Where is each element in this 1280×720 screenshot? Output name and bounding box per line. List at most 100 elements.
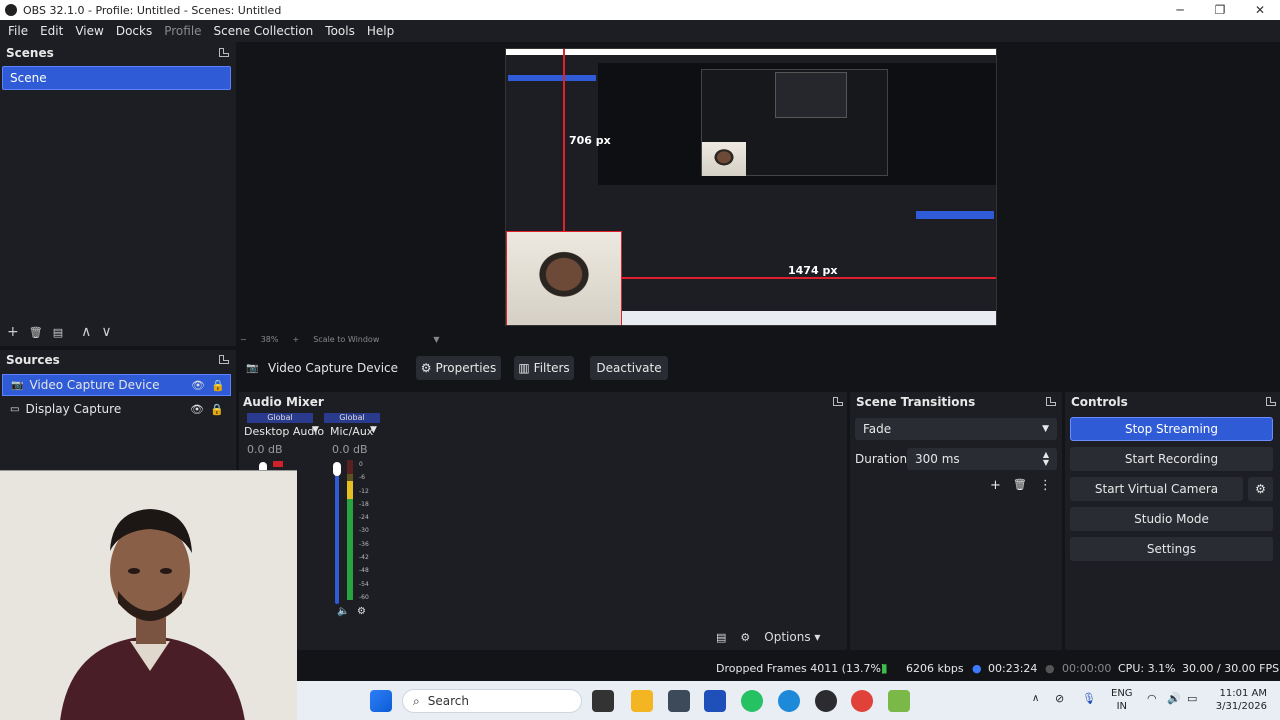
transitions-title: Scene Transitions (856, 395, 976, 409)
visibility-eye-icon[interactable]: 👁 (190, 403, 204, 416)
zoom-out-icon[interactable]: − (240, 335, 247, 344)
lock-icon[interactable]: 🔒 (211, 379, 225, 392)
controls-dock: Controls Stop Streaming Start Recording … (1065, 392, 1280, 650)
preview-webcam-source[interactable] (506, 231, 622, 325)
minimize-button[interactable]: ─ (1160, 3, 1200, 17)
mixer-layout-icon[interactable]: ▤ (716, 631, 726, 644)
wifi-icon[interactable]: ◠ (1147, 692, 1157, 705)
menu-edit[interactable]: Edit (34, 24, 69, 38)
sources-float-icon[interactable] (219, 355, 229, 364)
mic-volume-slider[interactable] (335, 464, 339, 604)
menu-profile[interactable]: Profile (158, 24, 207, 38)
channel-tag-desktop: Global (247, 413, 313, 423)
monitor-icon: ▭ (10, 403, 20, 415)
battery-icon[interactable]: ▭ (1187, 692, 1197, 705)
remove-scene-icon[interactable]: 🗑 (29, 326, 43, 339)
menu-docks[interactable]: Docks (110, 24, 158, 38)
controls-title: Controls (1071, 395, 1128, 409)
measure-horizontal-label: 1474 px (788, 264, 838, 277)
menu-scene-collection[interactable]: Scene Collection (208, 24, 320, 38)
scene-item[interactable]: Scene (2, 66, 231, 90)
record-time: 00:00:00 (1062, 661, 1112, 675)
transitions-float-icon[interactable] (1046, 397, 1056, 406)
clock-date: 3/31/2026 (1215, 701, 1267, 712)
app-icon[interactable] (668, 690, 690, 712)
mic-meter-level (347, 481, 353, 600)
obs-taskbar-icon[interactable] (815, 690, 837, 712)
mixer-advanced-icon[interactable]: ⚙ (740, 631, 750, 644)
close-button[interactable]: ✕ (1240, 3, 1280, 17)
channel-menu-mic-icon[interactable]: ▼ (370, 425, 377, 435)
add-scene-icon[interactable]: + (7, 324, 19, 340)
lock-icon[interactable]: 🔒 (210, 403, 224, 416)
editor-icon[interactable] (704, 690, 726, 712)
controls-float-icon[interactable] (1266, 397, 1276, 406)
tray-network-icon[interactable]: ⊘ (1055, 692, 1064, 705)
whatsapp-icon[interactable] (741, 690, 763, 712)
selected-source-name: Video Capture Device (268, 361, 399, 375)
task-view-icon[interactable] (592, 690, 614, 712)
meter-tick-label: 0 (359, 461, 363, 468)
stepper-icon[interactable]: ▲ ▼ (1043, 451, 1049, 467)
volume-icon[interactable]: 🔊 (1167, 692, 1181, 705)
scale-dropdown-icon[interactable]: ▼ (433, 335, 439, 344)
chrome-icon[interactable] (851, 690, 873, 712)
preview-canvas[interactable]: 706 px 1474 px (505, 48, 997, 326)
meter-tick-label: -30 (359, 527, 369, 535)
filters-button[interactable]: ▥ Filters (514, 356, 574, 380)
taskbar-search[interactable]: ⌕ Search (402, 689, 582, 713)
menu-help[interactable]: Help (361, 24, 400, 38)
app2-icon[interactable] (888, 690, 910, 712)
scene-filters-icon[interactable]: ▤ (53, 326, 63, 339)
lang-secondary: IN (1116, 701, 1127, 712)
stop-streaming-button[interactable]: Stop Streaming (1070, 417, 1273, 441)
menu-file[interactable]: File (2, 24, 34, 38)
clock-time: 11:01 AM (1219, 688, 1267, 699)
channel-menu-desktop-icon[interactable]: ▼ (312, 425, 319, 435)
file-explorer-icon[interactable] (631, 690, 653, 712)
mixer-settings-icon[interactable]: ⚙ (357, 606, 366, 617)
audio-mixer-dock: Audio Mixer Global Desktop Audio ▼ 0.0 d… (239, 392, 847, 650)
mic-volume-handle[interactable] (333, 462, 341, 476)
start-virtual-camera-button[interactable]: Start Virtual Camera (1070, 477, 1243, 501)
tray-mic-icon[interactable]: 🎙 (1082, 692, 1096, 705)
edge-icon[interactable] (778, 690, 800, 712)
source-item-display-capture[interactable]: ▭ Display Capture 👁 🔒 (2, 398, 231, 420)
transition-select[interactable]: Fade ▼ (855, 418, 1057, 440)
studio-mode-button[interactable]: Studio Mode (1070, 507, 1273, 531)
windows-start-icon[interactable] (370, 690, 392, 712)
add-transition-icon[interactable]: + (990, 478, 1001, 493)
transition-menu-icon[interactable]: ⋮ (1039, 478, 1052, 493)
sources-title: Sources (6, 353, 60, 367)
source-label: Display Capture (25, 402, 122, 416)
properties-button[interactable]: ⚙ Properties (416, 356, 501, 380)
remove-transition-icon[interactable]: 🗑 (1013, 478, 1027, 493)
dropped-frames: Dropped Frames 4011 (13.7%) (716, 661, 886, 675)
record-icon: ● (1045, 661, 1055, 675)
duration-input[interactable]: 300 ms ▲ ▼ (907, 448, 1057, 470)
options-button[interactable]: Options ▾ (764, 630, 820, 644)
meter-scale: 0 -6 -12 -18 -24 -30 -36 -42 -48 -54 -60 (359, 458, 369, 604)
channel-name-mic[interactable]: Mic/Aux (330, 425, 373, 438)
menu-view[interactable]: View (69, 24, 109, 38)
language-indicator[interactable]: ENG IN (1111, 687, 1133, 713)
desktop-meter-peak (273, 461, 283, 467)
scenes-float-icon[interactable] (219, 48, 229, 57)
maximize-button[interactable]: ❐ (1200, 3, 1240, 17)
zoom-in-icon[interactable]: + (292, 335, 299, 344)
source-item-video-capture[interactable]: 📷 Video Capture Device 👁 🔒 (2, 374, 231, 396)
tray-chevron-icon[interactable]: ∧ (1032, 693, 1039, 704)
settings-button[interactable]: Settings (1070, 537, 1273, 561)
start-recording-button[interactable]: Start Recording (1070, 447, 1273, 471)
speaker-icon[interactable]: 🔈 (337, 606, 349, 617)
menu-tools[interactable]: Tools (319, 24, 361, 38)
clock[interactable]: 11:01 AM 3/31/2026 (1209, 687, 1267, 713)
virtual-camera-settings-icon[interactable]: ⚙ (1248, 477, 1273, 501)
deactivate-button[interactable]: Deactivate (590, 356, 668, 380)
move-scene-down-icon[interactable]: ∨ (101, 324, 111, 340)
move-scene-up-icon[interactable]: ∧ (81, 324, 91, 340)
cpu-usage: CPU: 3.1% (1118, 661, 1176, 675)
mixer-float-icon[interactable] (833, 397, 843, 406)
visibility-eye-icon[interactable]: 👁 (191, 379, 205, 392)
scale-mode[interactable]: Scale to Window (313, 335, 379, 344)
